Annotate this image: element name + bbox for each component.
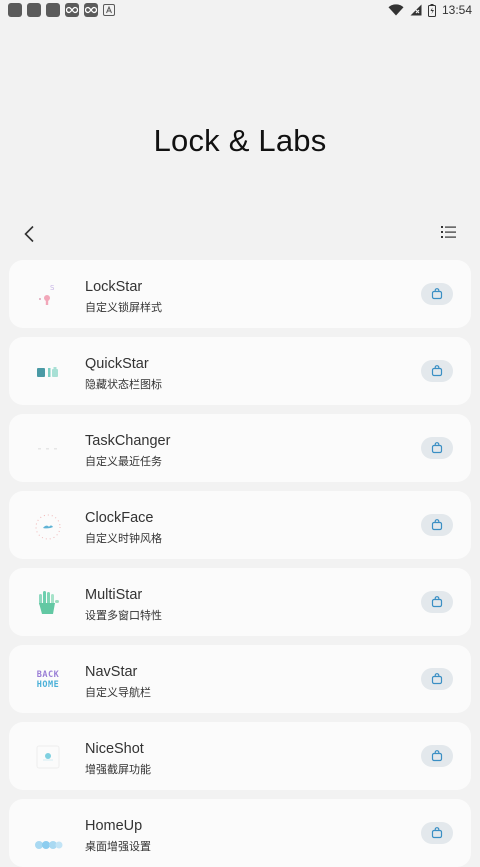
niceshot-icon	[31, 740, 65, 774]
app-description: 隐藏状态栏图标	[85, 379, 162, 391]
list-icon	[441, 226, 456, 238]
app-card-quickstar[interactable]: QuickStar 隐藏状态栏图标	[9, 337, 471, 405]
bag-icon	[431, 673, 443, 685]
app-name: HomeUp	[85, 818, 143, 834]
app-description: 自定义最近任务	[85, 456, 162, 468]
app-card-navstar[interactable]: BACK HOME NavStar 自定义导航栏	[9, 645, 471, 713]
app-card-multistar[interactable]: MultiStar 设置多窗口特性	[9, 568, 471, 636]
wifi-icon	[388, 4, 404, 16]
app-name: ClockFace	[85, 510, 154, 526]
status-bar: 13:54	[0, 0, 480, 22]
app-description: 增强截屏功能	[85, 764, 151, 776]
bag-icon	[431, 288, 443, 300]
app-name: LockStar	[85, 279, 143, 295]
notification-icon	[27, 3, 41, 17]
app-description: 自定义锁屏样式	[85, 302, 162, 314]
app-name: MultiStar	[85, 587, 143, 603]
notification-icon	[8, 3, 22, 17]
open-app-button[interactable]	[421, 668, 453, 690]
app-name: TaskChanger	[85, 433, 171, 449]
lockstar-icon: S	[31, 278, 65, 312]
app-description: 桌面增强设置	[85, 841, 151, 853]
taskchanger-icon	[31, 432, 65, 466]
app-name: QuickStar	[85, 356, 149, 372]
open-app-button[interactable]	[421, 822, 453, 844]
app-name: NiceShot	[85, 741, 144, 757]
open-app-button[interactable]	[421, 745, 453, 767]
font-a-icon	[103, 4, 115, 16]
back-arrow-icon	[24, 225, 34, 243]
bag-icon	[431, 596, 443, 608]
app-card-niceshot[interactable]: NiceShot 增强截屏功能	[9, 722, 471, 790]
svg-text:S: S	[50, 284, 55, 292]
infinity-icon	[65, 3, 79, 17]
quickstar-icon	[31, 355, 65, 389]
open-app-button[interactable]	[421, 437, 453, 459]
app-name: NavStar	[85, 664, 138, 680]
list-menu-button[interactable]	[440, 224, 458, 242]
open-app-button[interactable]	[421, 514, 453, 536]
navstar-icon-text-back: BACK	[36, 670, 60, 680]
bag-icon	[431, 365, 443, 377]
open-app-button[interactable]	[421, 283, 453, 305]
bag-icon	[431, 519, 443, 531]
open-app-button[interactable]	[421, 360, 453, 382]
status-time: 13:54	[441, 3, 472, 17]
back-button[interactable]	[18, 222, 40, 246]
app-card-lockstar[interactable]: S LockStar 自定义锁屏样式	[9, 260, 471, 328]
app-card-taskchanger[interactable]: TaskChanger 自定义最近任务	[9, 414, 471, 482]
app-description: 自定义时钟风格	[85, 533, 162, 545]
notification-icon	[46, 3, 60, 17]
app-card-homeup[interactable]: HomeUp 桌面增强设置	[9, 799, 471, 867]
multistar-icon	[31, 586, 65, 620]
open-app-button[interactable]	[421, 591, 453, 613]
navstar-icon-text-home: HOME	[36, 680, 60, 690]
navstar-icon: BACK HOME	[31, 663, 65, 697]
no-signal-icon	[410, 4, 422, 16]
bag-icon	[431, 827, 443, 839]
infinity-icon	[84, 3, 98, 17]
homeup-icon	[31, 817, 65, 851]
bag-icon	[431, 750, 443, 762]
page-title: Lock & Labs	[153, 123, 327, 158]
app-card-clockface[interactable]: ClockFace 自定义时钟风格	[9, 491, 471, 559]
notification-icons	[8, 3, 115, 17]
app-description: 设置多窗口特性	[85, 610, 162, 622]
bag-icon	[431, 442, 443, 454]
clockface-icon	[31, 509, 65, 543]
battery-icon	[427, 3, 436, 17]
app-description: 自定义导航栏	[85, 687, 151, 699]
